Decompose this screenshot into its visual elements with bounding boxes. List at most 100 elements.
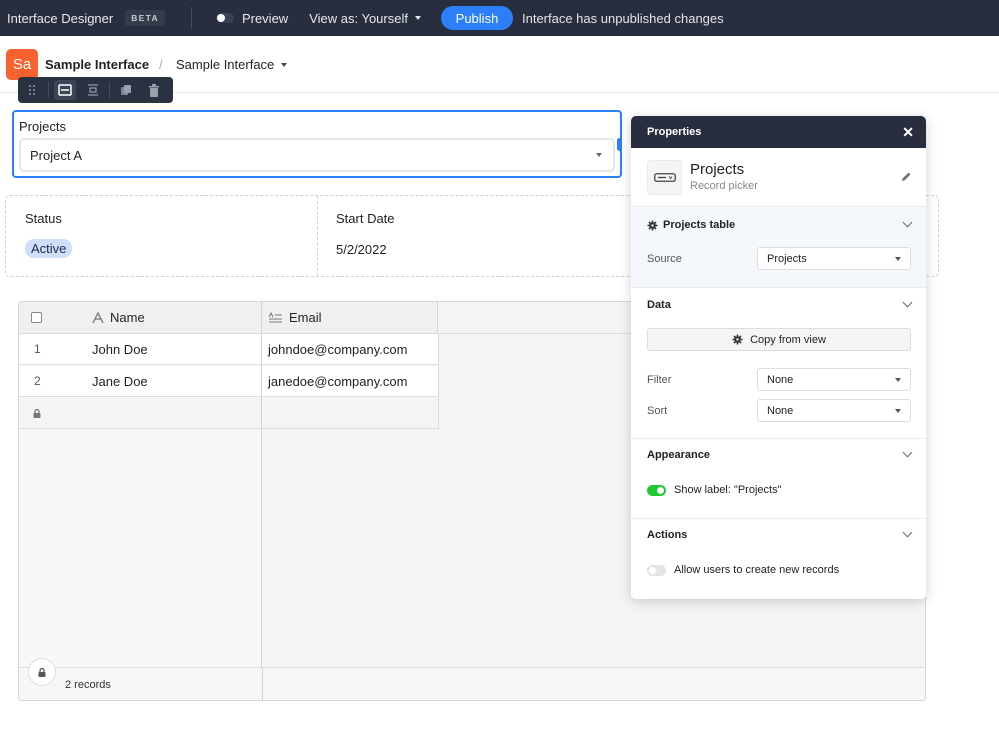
preview-label: Preview xyxy=(241,10,289,26)
section-appearance: Appearance Show label: "Projects" xyxy=(631,439,926,519)
long-text-field-icon xyxy=(268,311,282,322)
top-bar: Interface Designer BETA Preview View as:… xyxy=(0,0,999,36)
record-picker-element[interactable]: Projects Project A xyxy=(12,110,622,178)
element-info: Projects Record picker xyxy=(631,148,926,207)
section-projects-table: Projects table Source Projects xyxy=(631,207,926,288)
status-field: Status Active xyxy=(6,196,316,276)
allow-create-toggle[interactable] xyxy=(647,565,666,576)
unpublished-status: Interface has unpublished changes xyxy=(521,10,724,26)
filter-value: None xyxy=(767,373,794,386)
locked-view-button[interactable] xyxy=(28,658,56,686)
field-value: 5/2/2022 xyxy=(336,242,387,257)
caret-down-icon xyxy=(895,378,901,382)
sort-select[interactable]: None xyxy=(757,399,911,422)
filter-select[interactable]: None xyxy=(757,368,911,391)
publish-button[interactable]: Publish xyxy=(440,6,513,30)
grid-header-secondary: Email xyxy=(262,302,438,334)
show-label-text: Show label: "Projects" xyxy=(674,484,782,496)
start-date-field: Start Date 5/2/2022 xyxy=(318,196,628,276)
sort-value: None xyxy=(767,404,794,417)
element-type: Record picker xyxy=(690,180,758,192)
chevron-down-icon[interactable] xyxy=(902,447,913,458)
resize-handle[interactable] xyxy=(617,138,622,151)
add-row-locked xyxy=(19,398,262,429)
cell-name[interactable]: Jane Doe xyxy=(92,374,148,389)
lock-icon xyxy=(38,667,46,677)
pencil-icon[interactable] xyxy=(901,170,912,185)
record-picker-icon xyxy=(647,160,682,195)
record-picker-select[interactable]: Project A xyxy=(19,138,615,172)
allow-create-text: Allow users to create new records xyxy=(674,564,840,576)
row-number: 2 xyxy=(34,374,41,388)
divider xyxy=(262,668,263,700)
lock-icon xyxy=(33,409,41,418)
element-toolbar xyxy=(18,77,173,103)
caret-down-icon xyxy=(596,153,602,157)
table-row[interactable]: 1 John Doe xyxy=(19,334,262,365)
sort-label: Sort xyxy=(647,405,668,417)
source-select[interactable]: Projects xyxy=(757,247,911,270)
breadcrumb-interface[interactable]: Sample Interface xyxy=(45,57,149,72)
record-count: 2 records xyxy=(65,679,111,691)
section-title: Projects table xyxy=(663,219,736,231)
section-title-data[interactable]: Data xyxy=(647,299,671,311)
chevron-down-icon[interactable] xyxy=(902,217,913,228)
element-name: Projects xyxy=(690,161,745,178)
full-width-icon[interactable] xyxy=(54,80,76,100)
copy-from-view-button[interactable]: Copy from view xyxy=(647,328,911,351)
section-data: Data Copy from view Filter None Sort Non… xyxy=(631,288,926,439)
caret-down-icon xyxy=(895,257,901,261)
cell-email[interactable]: johndoe@company.com xyxy=(262,334,439,365)
view-as-dropdown[interactable]: View as: Yourself xyxy=(309,11,421,26)
row-number: 1 xyxy=(34,342,41,356)
show-label-toggle[interactable] xyxy=(647,485,666,496)
add-row-cell xyxy=(262,398,439,429)
table-row[interactable]: 2 Jane Doe xyxy=(19,366,262,397)
column-name: Name xyxy=(110,310,145,325)
caret-down-icon xyxy=(414,16,421,20)
divider xyxy=(190,7,192,29)
breadcrumb-separator: / xyxy=(159,57,163,72)
properties-header: Properties ✕ xyxy=(631,116,926,148)
select-all-checkbox[interactable] xyxy=(31,312,42,323)
breadcrumb-page-dropdown[interactable]: Sample Interface xyxy=(176,57,288,72)
section-header-source[interactable]: Projects table xyxy=(647,219,735,231)
section-title-appearance[interactable]: Appearance xyxy=(647,449,710,461)
copy-from-view-label: Copy from view xyxy=(750,333,826,346)
toggle-switch[interactable] xyxy=(215,13,234,23)
column-header-name[interactable]: Name xyxy=(92,310,145,325)
fit-width-icon[interactable] xyxy=(82,80,104,100)
filter-label: Filter xyxy=(647,374,672,386)
caret-down-icon xyxy=(895,409,901,413)
source-label: Source xyxy=(647,253,682,265)
record-picker-label: Projects xyxy=(19,119,66,134)
cell-email-text: johndoe@company.com xyxy=(268,341,408,357)
grid-header-primary: Name xyxy=(19,302,262,334)
close-icon[interactable]: ✕ xyxy=(902,125,914,139)
text-field-icon xyxy=(92,311,104,323)
chevron-down-icon[interactable] xyxy=(902,527,913,538)
view-as-label: View as: Yourself xyxy=(309,10,408,26)
trash-icon[interactable] xyxy=(143,80,165,100)
interface-logo[interactable]: Sa xyxy=(6,49,38,80)
column-header-email[interactable]: Email xyxy=(268,310,322,325)
gear-icon xyxy=(732,334,743,345)
status-badge: Active xyxy=(25,239,73,258)
section-actions: Actions Allow users to create new record… xyxy=(631,519,926,599)
preview-toggle[interactable]: Preview xyxy=(215,10,289,26)
selected-record: Project A xyxy=(30,147,83,163)
drag-handle-icon[interactable] xyxy=(21,80,43,100)
breadcrumb-page: Sample Interface xyxy=(176,57,275,72)
beta-badge: BETA xyxy=(125,10,165,26)
grid-footer: 2 records xyxy=(19,658,925,700)
properties-title: Properties xyxy=(647,126,702,138)
section-title-actions[interactable]: Actions xyxy=(647,529,687,541)
cell-name[interactable]: John Doe xyxy=(92,342,148,357)
column-name: Email xyxy=(289,310,322,325)
properties-panel: Properties ✕ Projects Record picker Proj… xyxy=(631,116,926,599)
cell-email[interactable]: janedoe@company.com xyxy=(262,366,439,397)
chevron-down-icon[interactable] xyxy=(902,297,913,308)
divider xyxy=(48,82,49,98)
divider xyxy=(109,82,110,98)
duplicate-icon[interactable] xyxy=(115,80,137,100)
